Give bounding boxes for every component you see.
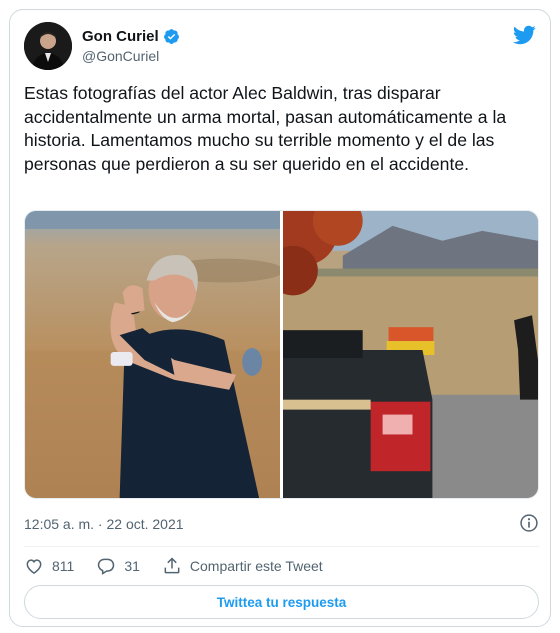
share-label: Compartir este Tweet	[189, 558, 323, 574]
divider	[24, 546, 539, 547]
photo-truck-field[interactable]	[283, 211, 538, 498]
author-handle[interactable]: @GonCuriel	[82, 48, 159, 64]
avatar[interactable]	[24, 22, 72, 70]
heart-icon	[26, 559, 42, 574]
timestamp[interactable]: 12:05 a. m. · 22 oct. 2021	[24, 516, 184, 532]
reply-cta-button[interactable]: Twittea tu respuesta	[24, 585, 539, 619]
share-button[interactable]: Compartir este Tweet	[162, 556, 323, 576]
like-button[interactable]: 811	[24, 556, 74, 576]
share-icon	[164, 557, 180, 574]
verified-icon	[163, 28, 179, 44]
twitter-bird-icon[interactable]	[512, 23, 536, 47]
like-count: 811	[52, 558, 75, 574]
media-grid	[24, 210, 539, 499]
photo-man-on-phone[interactable]	[25, 211, 280, 498]
action-bar: 811 31 Compartir este Tweet	[24, 553, 345, 579]
reply-count: 31	[124, 558, 140, 574]
reply-icon	[98, 558, 115, 575]
tweet-meta: 12:05 a. m. · 22 oct. 2021	[24, 513, 539, 535]
reply-button[interactable]: 31	[96, 556, 140, 576]
author-name[interactable]: Gon Curiel	[82, 28, 159, 45]
info-icon[interactable]	[519, 513, 539, 533]
tweet-text: Estas fotografías del actor Alec Baldwin…	[24, 83, 507, 174]
tweet-card: Gon Curiel @GonCuriel Estas fotografías …	[9, 9, 551, 627]
author-name-row: Gon Curiel	[82, 26, 180, 46]
